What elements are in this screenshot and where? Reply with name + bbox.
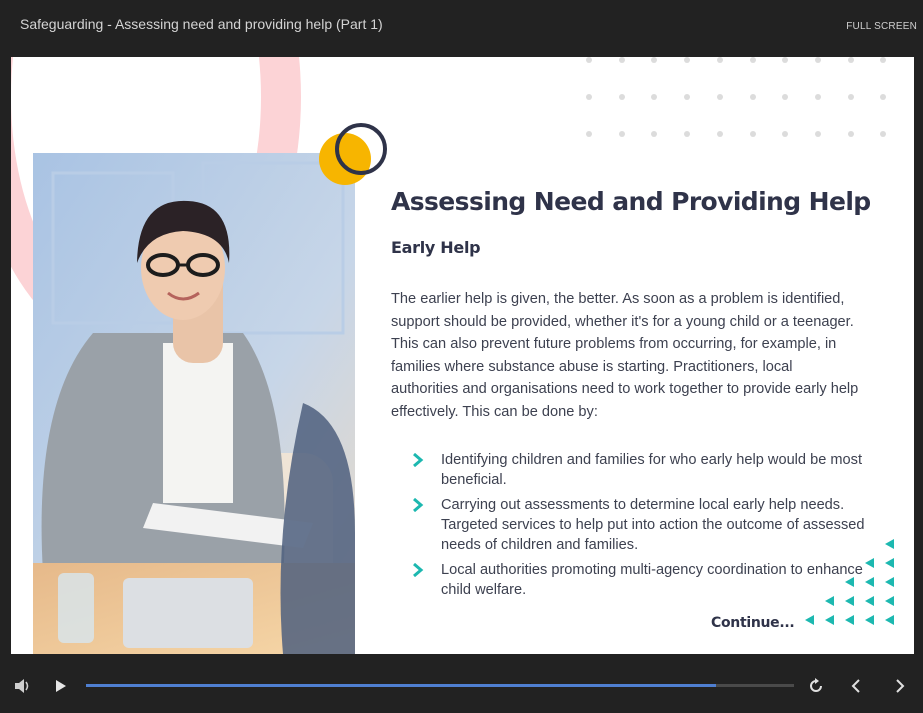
decorative-dot [651, 131, 658, 137]
decorative-dot [880, 94, 887, 100]
replay-icon[interactable] [808, 678, 824, 694]
progress-bar[interactable] [86, 684, 794, 687]
bullet-text: Local authorities promoting multi-agency… [441, 562, 863, 598]
decorative-dot [716, 131, 723, 137]
photo-illustration [33, 153, 355, 654]
slide-canvas: Assessing Need and Providing Help Early … [11, 57, 914, 654]
slide-heading: Assessing Need and Providing Help [391, 187, 871, 216]
progress-fill [86, 684, 717, 687]
decorative-triangle [885, 539, 894, 549]
decorative-triangle [885, 577, 894, 587]
decorative-triangle [865, 558, 874, 568]
woman-portrait-photo [33, 153, 355, 654]
decorative-triangle-pattern [805, 539, 894, 625]
decorative-dot [782, 94, 789, 100]
decorative-dot [880, 57, 887, 63]
decorative-dot [847, 131, 854, 137]
player-controls [0, 656, 923, 713]
decorative-dot [586, 94, 592, 100]
decorative-triangle [865, 615, 874, 625]
player-header: Safeguarding - Assessing need and provid… [0, 0, 923, 56]
decorative-dot [586, 131, 592, 137]
play-icon[interactable] [54, 679, 68, 693]
decorative-dot [651, 57, 658, 63]
decorative-triangle [825, 596, 834, 606]
decorative-dot [716, 94, 723, 100]
decorative-dot [684, 57, 691, 63]
decorative-triangle [825, 615, 834, 625]
decorative-dot [847, 57, 854, 63]
decorative-dot [814, 94, 821, 100]
decorative-dot [880, 131, 887, 137]
decorative-dot [684, 131, 691, 137]
continue-link[interactable]: Continue... [711, 615, 795, 631]
decorative-dot [651, 94, 658, 100]
fullscreen-button[interactable]: FULL SCREEN [846, 21, 917, 32]
decorative-dot [749, 94, 756, 100]
decorative-triangle [845, 577, 854, 587]
chevron-right-icon [413, 563, 424, 577]
decorative-triangle [865, 596, 874, 606]
decorative-dot [814, 131, 821, 137]
decorative-dot [782, 131, 789, 137]
decorative-dot [716, 57, 723, 63]
decorative-triangle [885, 558, 894, 568]
decorative-dot [618, 57, 625, 63]
decorative-triangle [845, 615, 854, 625]
decorative-triangle [885, 596, 894, 606]
decorative-dot [618, 94, 625, 100]
chevron-right-icon [413, 453, 424, 467]
list-item: Identifying children and families for wh… [411, 450, 881, 490]
slide-subheading: Early Help [391, 238, 481, 257]
decorative-triangle [805, 615, 814, 625]
chevron-right-icon [413, 498, 424, 512]
bullet-text: Identifying children and families for wh… [441, 452, 863, 488]
decorative-dot [782, 57, 789, 63]
decorative-dot [814, 57, 821, 63]
decorative-triangle [885, 615, 894, 625]
decorative-dot [749, 57, 756, 63]
course-title: Safeguarding - Assessing need and provid… [20, 16, 383, 32]
volume-icon[interactable] [14, 678, 32, 694]
decorative-triangle [865, 577, 874, 587]
decorative-dot [749, 131, 756, 137]
previous-icon[interactable] [850, 678, 862, 694]
decorative-dot [684, 94, 691, 100]
next-icon[interactable] [894, 678, 906, 694]
decorative-dot [618, 131, 625, 137]
intro-paragraph: The earlier help is given, the better. A… [391, 291, 859, 420]
decorative-dot [847, 94, 854, 100]
decorative-triangle [845, 596, 854, 606]
decorative-navy-ring [335, 123, 387, 175]
decorative-dot [586, 57, 592, 63]
